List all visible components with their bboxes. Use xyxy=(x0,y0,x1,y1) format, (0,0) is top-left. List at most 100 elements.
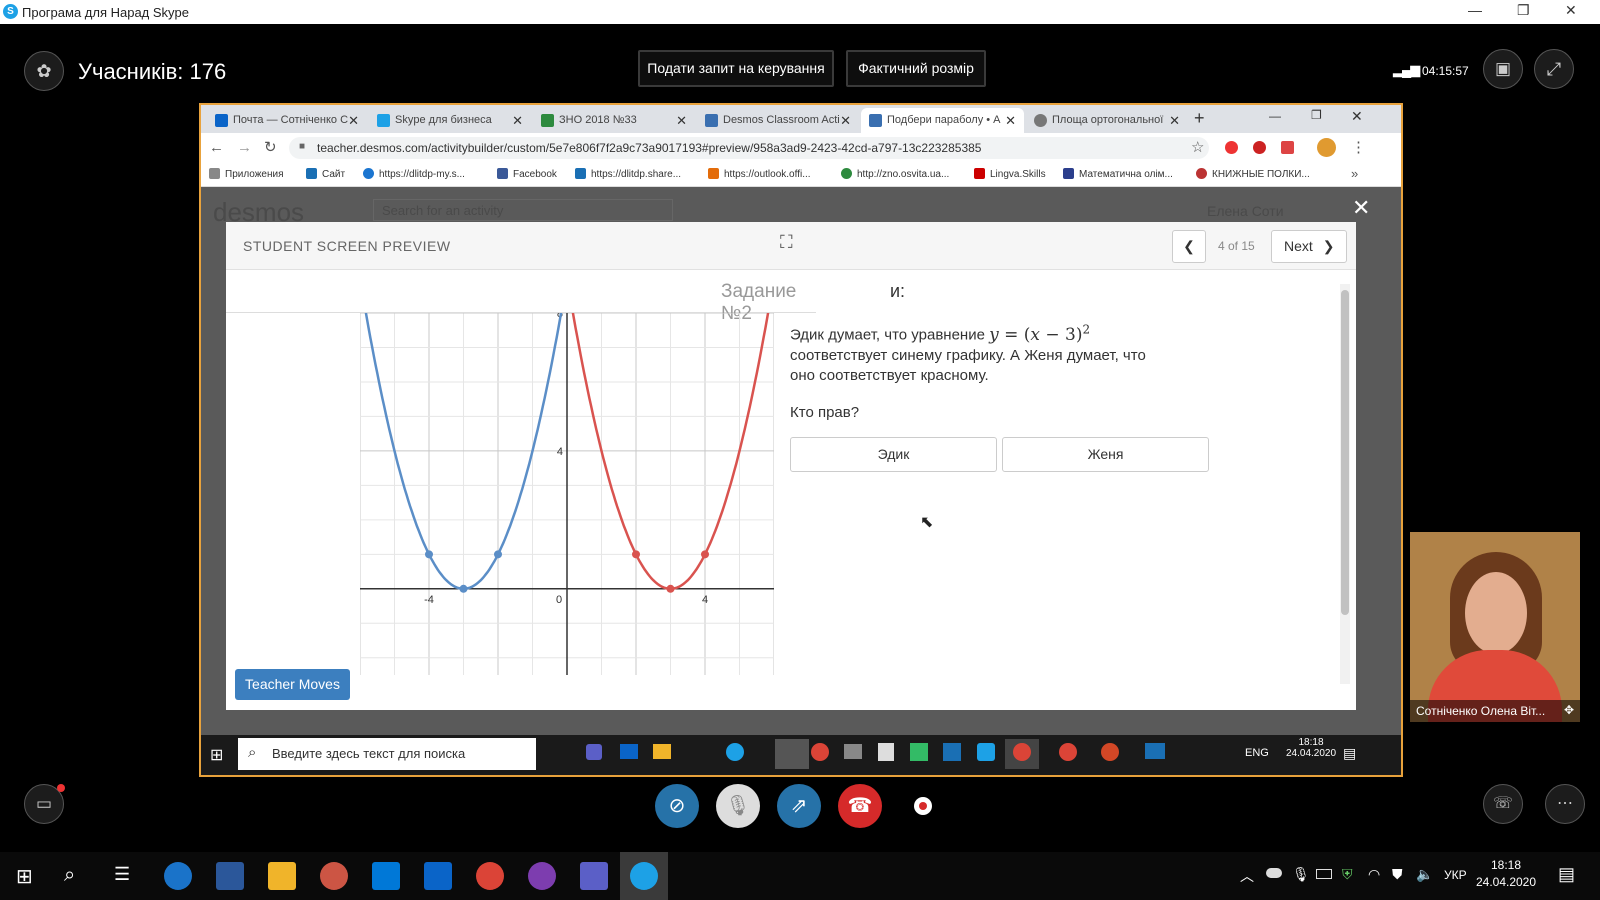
answer-zhenya-button[interactable]: Женя xyxy=(1002,437,1209,472)
profile-avatar[interactable] xyxy=(1317,138,1336,157)
extension-icon[interactable] xyxy=(1281,141,1294,154)
network-icon[interactable]: ◠ xyxy=(1368,866,1380,883)
minimize-button[interactable]: — xyxy=(1468,2,1482,18)
browser-tab[interactable]: ЗНО 2018 №33 ✕ xyxy=(533,108,695,133)
task-view-icon[interactable]: ☰ xyxy=(114,864,130,885)
mail-icon[interactable] xyxy=(424,862,452,890)
dialpad-icon[interactable]: ☏ xyxy=(1483,784,1523,824)
calculator-icon[interactable] xyxy=(878,743,894,761)
layout-icon[interactable]: ▣ xyxy=(1483,49,1523,89)
url-field[interactable]: ■ teacher.desmos.com/activitybuilder/cus… xyxy=(289,137,1209,159)
record-button[interactable] xyxy=(914,797,932,815)
browser-tab[interactable]: Desmos Classroom Acti ✕ xyxy=(697,108,859,133)
bookmark-star-icon[interactable]: ☆ xyxy=(1191,138,1204,156)
scrollbar[interactable] xyxy=(1340,284,1350,684)
browser-tab[interactable]: Почта — Сотніченко С ✕ xyxy=(207,108,367,133)
bookmark[interactable]: Lingva.Skills xyxy=(974,168,1046,180)
close-tab-icon[interactable]: ✕ xyxy=(840,108,851,133)
move-icon[interactable]: ✥ xyxy=(1564,703,1574,717)
search-icon[interactable]: ⌕ xyxy=(64,864,75,887)
skype-icon[interactable] xyxy=(726,743,744,761)
skype-icon[interactable] xyxy=(630,862,658,890)
powerpoint-icon[interactable] xyxy=(1101,743,1119,761)
close-tab-icon[interactable]: ✕ xyxy=(676,108,687,133)
browser-minimize-icon[interactable]: — xyxy=(1269,109,1281,123)
scrollbar-thumb[interactable] xyxy=(1341,290,1349,615)
edge-icon[interactable] xyxy=(164,862,192,890)
input-language[interactable]: ENG xyxy=(1245,747,1269,759)
request-control-button[interactable]: Подати запит на керування xyxy=(638,50,834,87)
bookmark[interactable]: КНИЖНЫЕ ПОЛКИ... xyxy=(1196,168,1310,180)
chrome-icon[interactable] xyxy=(811,743,829,761)
explorer-icon[interactable] xyxy=(653,744,671,759)
mic-icon[interactable]: 🎙 xyxy=(1292,866,1310,883)
reload-icon[interactable]: ↻ xyxy=(264,138,277,156)
restore-button[interactable]: ❐ xyxy=(1517,2,1530,19)
taskbar-app-active[interactable] xyxy=(775,739,809,769)
app-icon[interactable] xyxy=(910,743,928,761)
windows-start-icon[interactable]: ⊞ xyxy=(210,745,223,765)
teams-icon[interactable] xyxy=(580,862,608,890)
close-preview-icon[interactable]: ✕ xyxy=(1352,195,1370,221)
forward-icon[interactable]: → xyxy=(237,139,252,156)
notifications-icon[interactable]: ▤ xyxy=(1343,745,1356,762)
shield-icon[interactable]: ⛊ xyxy=(1392,866,1403,883)
close-tab-icon[interactable]: ✕ xyxy=(1169,108,1180,133)
back-icon[interactable]: ← xyxy=(209,139,224,156)
end-call-button[interactable]: ☎ xyxy=(838,784,882,828)
skype-business-icon[interactable] xyxy=(977,743,995,761)
bookmark[interactable]: https://outlook.offi... xyxy=(708,168,811,180)
security-icon[interactable]: ⛨ xyxy=(1342,866,1353,883)
input-language[interactable]: УКР xyxy=(1444,868,1467,882)
bookmark[interactable]: http://zno.osvita.ua... xyxy=(841,168,949,180)
bookmark-apps[interactable]: Приложения xyxy=(209,168,284,180)
teams-icon[interactable] xyxy=(586,744,602,760)
store-icon[interactable] xyxy=(372,862,400,890)
more-bookmarks-icon[interactable]: » xyxy=(1351,166,1358,181)
participants-icon[interactable]: ✿ xyxy=(24,51,64,91)
mute-button[interactable]: 🎙 xyxy=(716,784,760,828)
bookmark[interactable]: Сайт xyxy=(306,168,345,180)
extension-icon[interactable] xyxy=(1225,141,1238,154)
chrome-icon[interactable] xyxy=(1013,743,1031,761)
browser-close-icon[interactable]: ✕ xyxy=(1351,108,1363,125)
prev-screen-button[interactable]: ❮ xyxy=(1172,230,1206,263)
browser-tab[interactable]: Skype для бизнеса ✕ xyxy=(369,108,531,133)
close-tab-icon[interactable]: ✕ xyxy=(512,108,523,133)
camera-icon[interactable] xyxy=(844,744,862,759)
viber-icon[interactable] xyxy=(528,862,556,890)
windows-start-icon[interactable]: ⊞ xyxy=(16,864,33,889)
more-options-icon[interactable]: ⋯ xyxy=(1545,784,1585,824)
close-window-button[interactable]: ✕ xyxy=(1565,2,1577,19)
fullscreen-icon[interactable]: ⤢ xyxy=(1534,49,1574,89)
graph-panel[interactable]: -4 0 448 xyxy=(360,313,774,675)
taskbar-search[interactable]: ⌕ Введите здесь текст для поиска xyxy=(238,738,536,770)
webcam-tile[interactable]: Сотніченко Олена Віт... ✥ xyxy=(1410,532,1580,722)
system-clock[interactable]: 18:18 24.04.2020 xyxy=(1474,857,1538,891)
close-tab-icon[interactable]: ✕ xyxy=(348,108,359,133)
word-icon[interactable] xyxy=(216,862,244,890)
browser-menu-icon[interactable]: ⋮ xyxy=(1351,138,1366,156)
browser-restore-icon[interactable]: ❐ xyxy=(1311,108,1322,122)
chrome-icon[interactable] xyxy=(476,862,504,890)
browser-tab-active[interactable]: Подбери параболу • А ✕ xyxy=(861,108,1024,133)
tray-chevron-icon[interactable]: ︿ xyxy=(1240,866,1254,886)
app-icon[interactable] xyxy=(943,743,961,761)
video-off-button[interactable]: ⊘ xyxy=(655,784,699,828)
new-tab-icon[interactable]: + xyxy=(1194,108,1205,129)
mail-icon[interactable] xyxy=(620,744,638,759)
extension-icon[interactable] xyxy=(1253,141,1266,154)
file-explorer-icon[interactable] xyxy=(268,862,296,890)
volume-icon[interactable]: 🔈 xyxy=(1416,866,1433,883)
bookmark[interactable]: https://dlitdp-my.s... xyxy=(363,168,465,180)
next-screen-button[interactable]: Next ❯ xyxy=(1271,230,1347,263)
close-tab-icon[interactable]: ✕ xyxy=(1005,108,1016,133)
bookmark[interactable]: Математична олім... xyxy=(1063,168,1173,180)
action-center-icon[interactable]: ▤ xyxy=(1558,864,1575,885)
bookmark[interactable]: https://dlitdp.share... xyxy=(575,168,681,180)
answer-edik-button[interactable]: Эдик xyxy=(790,437,997,472)
expand-icon[interactable]: ⛶ xyxy=(780,232,793,253)
onedrive-icon[interactable] xyxy=(1266,868,1282,878)
chrome-icon[interactable] xyxy=(1059,743,1077,761)
share-screen-button[interactable]: ⇗ xyxy=(777,784,821,828)
